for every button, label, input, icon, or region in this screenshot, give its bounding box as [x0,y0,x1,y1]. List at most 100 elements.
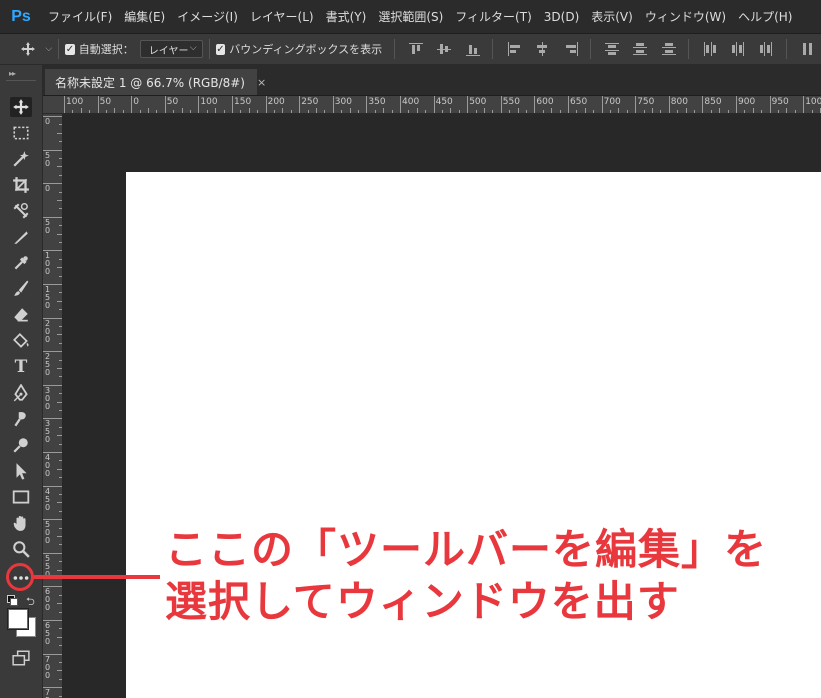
document-tab[interactable]: 名称未設定 1 @ 66.7% (RGB/8#) × [45,69,266,95]
ruler-tick-minor [215,108,217,113]
eraser-tool-icon[interactable] [10,305,32,325]
menu-file[interactable]: ファイル(F) [48,8,112,25]
ruler-tick-major [568,96,569,113]
distribute-left-icon[interactable] [703,42,716,56]
auto-align-icon[interactable] [801,42,813,56]
dodge-tool-icon[interactable] [10,435,32,455]
menu-type[interactable]: 書式(Y) [326,8,367,25]
ruler-tick-minor [80,108,82,113]
ruler-label: 150 [45,285,51,310]
options-bar: ⌵ ✓ 自動選択： レイヤー ⌵ ✓ バウンディングボックスを表示 [0,34,821,65]
horizontal-ruler[interactable]: 100 50 0 50 100 150 200 250 300 350 400 450 500 550 60… [62,96,821,114]
crop-tool-icon[interactable] [10,175,32,195]
auto-select-label: 自動選択： [78,43,134,56]
annotation-pointer-line [34,575,160,579]
align-vertical-center-icon[interactable] [437,42,452,56]
menu-layer[interactable]: レイヤー(L) [250,8,314,25]
distribute-top-icon[interactable] [604,42,619,56]
menu-window[interactable]: ウィンドウ(W) [645,8,726,25]
menu-filter[interactable]: フィルター(T) [455,8,531,25]
slice-tool-icon[interactable] [10,227,32,247]
vertical-ruler[interactable]: 0500501001502002503003504004505005506006… [43,114,63,698]
ruler-tick-minor [778,110,779,113]
color-swatches[interactable] [8,609,36,637]
ruler-tick-minor [685,108,687,113]
align-left-icon[interactable] [507,42,520,56]
screen-mode-icon[interactable] [10,648,32,668]
move-tool-preset-icon[interactable] [20,41,39,57]
ruler-tick-major [265,96,267,113]
pen-tool-icon[interactable] [10,383,32,403]
menu-edit[interactable]: 編集(E) [124,8,165,25]
path-selection-tool-icon[interactable] [10,461,32,481]
menu-image[interactable]: イメージ(I) [177,8,238,25]
align-top-icon[interactable] [409,42,424,56]
magic-wand-tool-icon[interactable] [10,149,32,169]
ruler-label: 150 [234,97,252,107]
ruler-label: 600 [45,587,51,613]
panel-divider [6,80,36,81]
menu-3d[interactable]: 3D(D) [544,10,579,24]
auto-select-checkbox[interactable]: ✓ [65,43,75,55]
paint-bucket-tool-icon[interactable] [10,331,32,351]
smudge-tool-icon[interactable] [10,409,32,429]
ruler-tick-major [803,96,805,113]
document-tab-bar: 名称未設定 1 @ 66.7% (RGB/8#) × [43,65,821,96]
align-right-icon[interactable] [564,42,578,56]
menu-help[interactable]: ヘルプ(H) [738,8,792,25]
eyedropper-tool-icon[interactable] [10,253,32,273]
ruler-label: 350 [45,419,51,445]
options-divider [208,39,210,59]
ruler-tick-major [164,96,166,113]
rectangular-marquee-tool-icon[interactable] [10,123,32,143]
ruler-tick-minor [290,110,292,113]
ruler-tick-minor [425,110,427,113]
ruler-tick-minor [484,108,485,113]
ruler-tick-minor [458,110,460,113]
frame-tool-icon[interactable] [10,201,32,221]
document-tab-title: 名称未設定 1 @ 66.7% (RGB/8#) [55,75,245,90]
align-horizontal-center-icon[interactable] [535,42,548,56]
ruler-tick-minor [383,108,385,113]
ruler-tick-minor [643,110,645,113]
zoom-tool-icon[interactable] [10,539,32,559]
type-tool-icon[interactable]: T [10,357,32,377]
ruler-tick-minor [148,108,149,113]
rectangle-tool-icon[interactable] [10,487,32,507]
align-bottom-icon[interactable] [465,42,480,56]
ruler-label: 300 [45,385,51,411]
tool-preset-chevron-icon[interactable]: ⌵ [45,44,52,54]
ruler-tick-minor [677,110,679,113]
ruler-label: 100 [66,97,84,107]
ruler-label: 750 [45,688,51,698]
foreground-color-swatch[interactable] [8,609,28,629]
ruler-tick-major [332,96,334,113]
ruler-tick-minor [374,110,376,113]
distribute-horizontal-center-icon[interactable] [731,42,745,56]
menu-view[interactable]: 表示(V) [591,8,633,25]
auto-select-target-dropdown[interactable]: レイヤー ⌵ [139,40,203,58]
distribute-bottom-icon[interactable] [661,42,676,56]
menu-select[interactable]: 選択範囲(S) [378,8,443,25]
ruler-tick-minor [391,110,393,113]
ruler-label: 250 [301,97,319,107]
ruler-tick-minor [660,110,662,113]
ruler-label: 550 [502,97,520,107]
distribute-vertical-center-icon[interactable] [633,42,648,56]
ruler-tick-minor [223,110,225,113]
ruler-label: 500 [469,97,487,107]
ruler-tick-minor [349,108,351,113]
move-tool-icon[interactable] [10,97,32,117]
ruler-tick-minor [442,110,443,113]
ruler-origin[interactable] [43,96,63,114]
ruler-label: 300 [334,97,352,107]
brush-tool-icon[interactable] [10,279,32,299]
ruler-tick-minor [206,110,208,113]
close-icon[interactable]: × [257,76,266,89]
distribute-right-icon[interactable] [759,42,773,56]
default-colors-icon[interactable] [7,595,18,606]
hand-tool-icon[interactable] [10,513,32,533]
ruler-label: 950 [771,97,789,107]
bounding-box-checkbox[interactable]: ✓ [215,43,226,55]
panel-collapse-icon[interactable]: ▸▸ [9,69,16,78]
